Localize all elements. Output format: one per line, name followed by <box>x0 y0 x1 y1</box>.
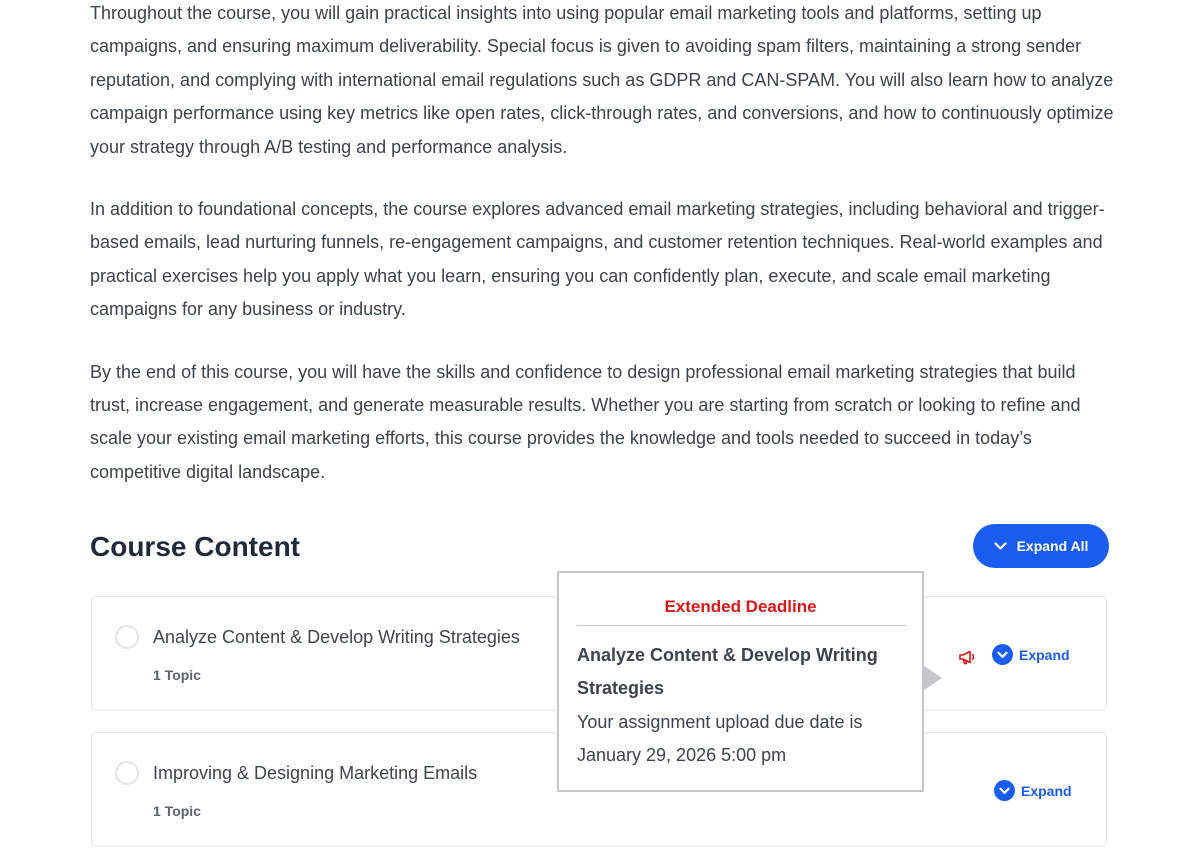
expand-lesson-button[interactable]: Expand <box>992 644 1070 665</box>
lesson-topic-count: 1 Topic <box>153 667 201 683</box>
tooltip-heading: Extended Deadline <box>664 597 817 616</box>
megaphone-icon[interactable] <box>958 649 976 670</box>
lesson-topic-count: 1 Topic <box>153 803 201 819</box>
chevron-down-circle-icon <box>994 780 1015 801</box>
tooltip-arrow <box>924 666 942 690</box>
expand-all-label: Expand All <box>1016 538 1089 554</box>
expand-label: Expand <box>1021 782 1072 799</box>
lesson-title[interactable]: Analyze Content & Develop Writing Strate… <box>153 625 520 649</box>
lesson-status-circle-icon <box>115 761 139 785</box>
description-paragraph-2: In addition to foundational concepts, th… <box>90 199 1105 320</box>
tooltip-lesson-title: Analyze Content & Develop Writing Strate… <box>577 645 878 698</box>
expand-all-button[interactable]: Expand All <box>973 524 1109 568</box>
expand-label: Expand <box>1019 646 1070 663</box>
expand-lesson-button[interactable]: Expand <box>994 780 1072 801</box>
lesson-title[interactable]: Improving & Designing Marketing Emails <box>153 761 477 785</box>
course-description: Throughout the course, you will gain pra… <box>90 0 1115 518</box>
description-paragraph-3: By the end of this course, you will have… <box>90 361 1081 482</box>
course-content-title: Course Content <box>90 531 300 562</box>
lesson-status-circle-icon <box>115 625 139 649</box>
tooltip-divider <box>577 625 906 626</box>
chevron-down-icon <box>993 541 1007 550</box>
deadline-tooltip: Extended Deadline Analyze Content & Deve… <box>557 571 924 792</box>
chevron-down-circle-icon <box>992 644 1013 665</box>
tooltip-due-date-message: Your assignment upload due date is Janua… <box>577 712 863 765</box>
description-paragraph-1: Throughout the course, you will gain pra… <box>90 3 1114 157</box>
